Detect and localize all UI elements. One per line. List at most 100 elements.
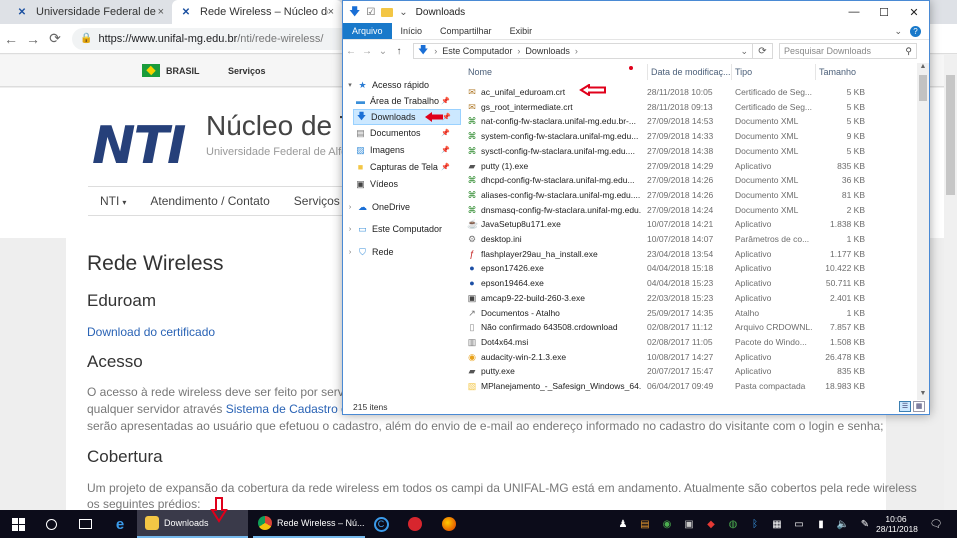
- tray-app-icon[interactable]: ◆: [700, 510, 722, 538]
- start-button[interactable]: [0, 510, 36, 538]
- nav-item-3[interactable]: ▤ Documentos 📌: [353, 125, 461, 141]
- nav-item-5[interactable]: ■ Capturas de Tela 📌: [353, 159, 461, 175]
- file-row[interactable]: ◉ audacity-win-2.1.3.exe 10/08/2017 14:27 A…: [463, 350, 915, 365]
- taskbar-firefox-button[interactable]: [436, 510, 462, 538]
- column-header-size[interactable]: Tamanho: [814, 64, 856, 80]
- back-button[interactable]: ←: [343, 46, 359, 57]
- menu-item-servicos[interactable]: Serviços▾: [294, 194, 347, 208]
- taskbar-app-button[interactable]: C: [368, 510, 394, 538]
- url-bar[interactable]: 🔒 https://www.unifal-mg.edu.br/nti/rede-…: [72, 27, 372, 50]
- network-icon[interactable]: ▮: [810, 510, 832, 538]
- breadcrumb-downloads[interactable]: Downloads: [525, 46, 570, 56]
- download-certificate-link[interactable]: Download do certificado: [87, 324, 215, 340]
- expand-icon[interactable]: ›: [345, 249, 355, 256]
- nav-item-1[interactable]: ▬ Área de Trabalho 📌: [353, 93, 461, 109]
- file-row[interactable]: ▰ putty (1).exe 27/09/2018 14:29 Aplicativo…: [463, 159, 915, 174]
- scroll-up-icon[interactable]: ▲: [917, 63, 929, 73]
- file-list-scrollbar[interactable]: ▲ ▼: [917, 63, 929, 400]
- tray-app-icon[interactable]: ▤: [634, 510, 656, 538]
- refresh-button[interactable]: ⟳: [753, 43, 773, 59]
- nav-item-8[interactable]: › ▭ Este Computador: [345, 221, 461, 237]
- file-row[interactable]: ● epson19464.exe 04/04/2018 15:23 Aplicativ…: [463, 276, 915, 291]
- bluetooth-icon[interactable]: ᛒ: [744, 510, 766, 538]
- browser-tab-rede-wireless[interactable]: ✕ Rede Wireless – Núcleo de Tecno ×: [172, 0, 342, 24]
- column-header-date[interactable]: Data de modificaç...: [647, 64, 731, 80]
- forward-button[interactable]: →: [359, 46, 375, 57]
- file-row[interactable]: ⚙ desktop.ini 10/07/2018 14:07 Parâmetros d…: [463, 232, 915, 247]
- site-title[interactable]: Núcleo de T: [206, 110, 356, 142]
- nav-item-9[interactable]: › ⛉ Rede: [345, 244, 461, 260]
- breadcrumb-separator[interactable]: ›: [575, 46, 578, 56]
- explorer-titlebar[interactable]: 🡇 ☑ ⌄ Downloads — ☐ ✕: [343, 1, 929, 23]
- minimize-button[interactable]: —: [839, 1, 869, 23]
- clock[interactable]: 10:06 28/11/2018: [876, 514, 918, 534]
- gov-servicos-link[interactable]: Serviços: [228, 66, 266, 76]
- volume-icon[interactable]: 🔈: [832, 510, 854, 538]
- file-row[interactable]: ▯ Não confirmado 643508.crdownload 02/08/2…: [463, 320, 915, 335]
- breadcrumb-separator[interactable]: ›: [517, 46, 520, 56]
- tray-app-icon[interactable]: ◉: [656, 510, 678, 538]
- tab-inicio[interactable]: Início: [392, 23, 432, 39]
- tray-app-icon[interactable]: ▣: [678, 510, 700, 538]
- tab-compartilhar[interactable]: Compartilhar: [431, 23, 501, 39]
- file-row[interactable]: ✉ gs_root_intermediate.crt 28/11/2018 09:1…: [463, 100, 915, 115]
- properties-icon[interactable]: ☑: [366, 7, 375, 18]
- breadcrumb-este-computador[interactable]: Este Computador: [442, 46, 512, 56]
- tray-app-icon[interactable]: ▦: [766, 510, 788, 538]
- taskbar-chrome[interactable]: Rede Wireless – Nú...: [253, 510, 365, 538]
- taskbar-app-button[interactable]: [402, 510, 428, 538]
- file-row[interactable]: ⌘ system-config-fw-staclara.unifal-mg.edu…: [463, 129, 915, 144]
- file-row[interactable]: ⌘ dnsmasq-config-fw-staclara.unifal-mg.ed…: [463, 203, 915, 218]
- details-view-button[interactable]: ☰: [899, 401, 911, 412]
- taskbar-explorer-downloads[interactable]: Downloads: [137, 510, 248, 538]
- maximize-button[interactable]: ☐: [869, 1, 899, 23]
- column-header-type[interactable]: Tipo: [730, 64, 752, 80]
- address-dropdown-icon[interactable]: ⌄: [740, 46, 748, 57]
- back-button[interactable]: ←: [0, 31, 22, 47]
- file-row[interactable]: ☕ JavaSetup8u171.exe 10/07/2018 14:21 Aplic…: [463, 217, 915, 232]
- scrollbar-thumb[interactable]: [919, 75, 927, 101]
- pen-icon[interactable]: ✎: [854, 510, 876, 538]
- file-row[interactable]: ▰ putty.exe 20/07/2017 15:47 Aplicativo 835 …: [463, 364, 915, 379]
- file-row[interactable]: ▥ Dot4x64.msi 02/08/2017 11:05 Pacote do Wi…: [463, 335, 915, 350]
- page-scrollbar[interactable]: [944, 55, 957, 510]
- file-row[interactable]: ƒ flashplayer29au_ha_install.exe 23/04/201…: [463, 247, 915, 262]
- expand-icon[interactable]: ›: [345, 226, 355, 233]
- battery-icon[interactable]: ▭: [788, 510, 810, 538]
- gov-brasil-link[interactable]: BRASIL: [166, 66, 200, 76]
- column-header-name[interactable]: Nome: [468, 67, 492, 77]
- nav-item-0[interactable]: ▾ ★ Acesso rápido: [345, 77, 461, 93]
- nav-item-7[interactable]: › ☁ OneDrive: [345, 199, 461, 215]
- scrollbar-thumb[interactable]: [946, 75, 955, 195]
- search-button[interactable]: [38, 510, 64, 538]
- tab-close-icon[interactable]: ×: [158, 6, 164, 18]
- expand-icon[interactable]: ▾: [345, 81, 355, 89]
- breadcrumb[interactable]: 🡇 › Este Computador › Downloads › ⌄: [413, 43, 753, 59]
- forward-button[interactable]: →: [22, 31, 44, 47]
- file-row[interactable]: ▣ amcap9-22-build-260-3.exe 22/03/2018 15:…: [463, 291, 915, 306]
- tab-close-icon[interactable]: ×: [328, 6, 334, 18]
- new-folder-icon[interactable]: [381, 7, 394, 17]
- task-view-button[interactable]: [72, 510, 98, 538]
- reload-button[interactable]: ⟳: [44, 30, 66, 47]
- tab-arquivo[interactable]: Arquivo: [343, 23, 392, 39]
- people-icon[interactable]: ♟: [612, 510, 634, 538]
- file-row[interactable]: ⌘ sysctl-config-fw-staclara.unifal-mg.edu…: [463, 144, 915, 159]
- scroll-down-icon[interactable]: ▼: [917, 390, 929, 400]
- notification-center-icon[interactable]: 🗨: [926, 510, 946, 538]
- tray-app-icon[interactable]: ◍: [722, 510, 744, 538]
- menu-item-nti[interactable]: NTI ▾: [100, 194, 126, 208]
- search-input[interactable]: Pesquisar Downloads ⚲: [779, 43, 917, 59]
- expand-icon[interactable]: ›: [345, 204, 355, 211]
- tiles-view-button[interactable]: ▦: [913, 401, 925, 412]
- nav-item-6[interactable]: ▣ Vídeos: [353, 176, 461, 192]
- file-row[interactable]: ● epson17426.exe 04/04/2018 15:18 Aplicativ…: [463, 261, 915, 276]
- file-row[interactable]: ⌘ nat-config-fw-staclara.unifal-mg.edu.br…: [463, 114, 915, 129]
- edge-taskbar-button[interactable]: e: [106, 510, 134, 538]
- close-button[interactable]: ✕: [899, 1, 929, 23]
- file-row[interactable]: ⌘ dhcpd-config-fw-staclara.unifal-mg.edu.…: [463, 173, 915, 188]
- help-icon[interactable]: ?: [910, 25, 921, 37]
- up-button[interactable]: ↑: [391, 46, 407, 57]
- nti-logo[interactable]: NTI: [92, 116, 186, 176]
- nav-item-4[interactable]: ▨ Imagens 📌: [353, 142, 461, 158]
